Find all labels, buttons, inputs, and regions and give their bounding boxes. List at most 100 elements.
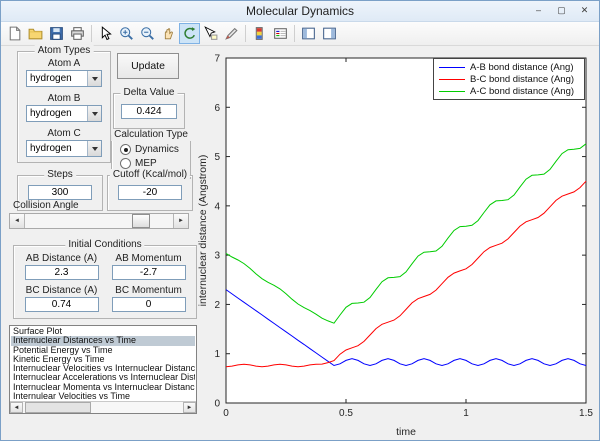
svg-text:2: 2 — [214, 300, 220, 311]
toolbar-separator — [91, 25, 92, 42]
legend-entry[interactable]: A-B bond distance (Ang) — [434, 61, 584, 73]
open-file-button[interactable] — [25, 23, 46, 44]
scroll-left-arrow-icon[interactable]: ◄ — [10, 402, 23, 413]
steps-title: Steps — [44, 169, 76, 181]
plot-area[interactable]: 0 0.5 1 1.5 0 1 2 3 4 5 6 7 time internuclear distanc… — [197, 46, 600, 441]
dropdown-arrow-icon[interactable] — [87, 106, 101, 121]
data-cursor-button[interactable] — [200, 23, 221, 44]
window-title: Molecular Dynamics — [245, 4, 355, 18]
collision-angle-label: Collision Angle — [13, 200, 79, 211]
list-item[interactable]: Kinetic Energy vs Time — [11, 355, 195, 364]
collision-angle-slider[interactable]: ◄ ► — [9, 213, 189, 229]
ab-distance-label: AB Distance (A) — [25, 253, 98, 264]
hide-plot-tools-button[interactable] — [298, 23, 319, 44]
bc-momentum-input[interactable] — [111, 297, 186, 312]
legend-line-sample — [439, 66, 465, 68]
svg-text:0.5: 0.5 — [339, 408, 353, 419]
list-item[interactable]: Internulear Velocities vs Time — [11, 392, 195, 400]
pan-icon — [160, 25, 177, 42]
scrollbar-track[interactable] — [23, 402, 183, 413]
delta-value-input[interactable] — [121, 104, 177, 119]
atom-c-select[interactable]: hydrogen — [26, 140, 102, 157]
dynamics-radio[interactable] — [120, 144, 131, 155]
list-item[interactable]: Surface Plot — [11, 327, 195, 336]
list-item[interactable]: Potential Energy vs Time — [11, 346, 195, 355]
zoom-in-icon — [118, 25, 135, 42]
calculation-type-title: Calculation Type — [111, 129, 191, 141]
atom-c-label: Atom C — [47, 128, 81, 139]
list-item[interactable]: Internuclear Distances vs Time — [11, 336, 195, 346]
legend-label: B-C bond distance (Ang) — [470, 73, 575, 85]
pan-button[interactable] — [158, 23, 179, 44]
save-figure-button[interactable] — [46, 23, 67, 44]
brush-data-button[interactable] — [221, 23, 242, 44]
atom-b-select[interactable]: hydrogen — [26, 105, 102, 122]
insert-legend-button[interactable] — [270, 23, 291, 44]
show-plot-tools-button[interactable] — [319, 23, 340, 44]
legend-line-sample — [439, 78, 465, 80]
list-item[interactable]: Internuclear Momenta vs Internuclear Dis… — [11, 383, 195, 392]
ab-momentum-label: AB Momentum — [115, 253, 182, 264]
cutoff-input[interactable] — [118, 185, 182, 200]
dynamics-radio-row: Dynamics — [120, 144, 190, 155]
slider-track[interactable] — [25, 214, 173, 228]
edit-plot-icon — [97, 25, 114, 42]
zoom-in-button[interactable] — [116, 23, 137, 44]
listbox-horizontal-scrollbar[interactable]: ◄ ► — [10, 401, 196, 413]
bc-distance-input[interactable] — [24, 297, 99, 312]
bc-momentum-label: BC Momentum — [115, 285, 182, 296]
new-figure-button[interactable] — [4, 23, 25, 44]
close-button[interactable]: ✕ — [573, 2, 596, 18]
atom-a-select[interactable]: hydrogen — [26, 70, 102, 87]
list-item[interactable]: Internuclear Velocities vs Internuclear … — [11, 364, 195, 373]
ab-distance-input[interactable] — [24, 265, 99, 280]
svg-text:1: 1 — [214, 349, 220, 360]
plot-type-listbox[interactable]: Surface Plot Internuclear Distances vs Ti… — [9, 325, 197, 414]
maximize-button[interactable]: ▢ — [550, 2, 573, 18]
svg-text:internuclear distance (Angstro: internuclear distance (Angstrom) — [197, 155, 209, 307]
toolbar-separator — [245, 25, 246, 42]
rotate-3d-button[interactable] — [179, 23, 200, 44]
legend[interactable]: A-B bond distance (Ang) B-C bond distance… — [433, 58, 585, 100]
insert-colorbar-icon — [251, 25, 268, 42]
insert-colorbar-button[interactable] — [249, 23, 270, 44]
open-file-icon — [27, 25, 44, 42]
dynamics-radio-label: Dynamics — [135, 144, 179, 155]
initial-conditions-panel: Initial Conditions AB Distance (A) AB Mo… — [13, 239, 197, 319]
data-cursor-icon — [202, 25, 219, 42]
slider-right-arrow-icon[interactable]: ► — [173, 214, 188, 228]
update-button[interactable]: Update — [117, 53, 179, 79]
mep-radio[interactable] — [120, 158, 131, 169]
cutoff-panel: Cutoff (Kcal/mol) — [107, 169, 193, 211]
scrollbar-thumb[interactable] — [25, 402, 91, 413]
app-window: Molecular Dynamics – ▢ ✕ Atom Types Atom… — [0, 0, 600, 441]
legend-label: A-B bond distance (Ang) — [470, 61, 574, 73]
insert-legend-icon — [272, 25, 289, 42]
ab-momentum-input[interactable] — [111, 265, 186, 280]
dropdown-arrow-icon[interactable] — [87, 141, 101, 156]
listbox-items: Surface Plot Internuclear Distances vs Ti… — [11, 327, 195, 400]
zoom-out-button[interactable] — [137, 23, 158, 44]
list-item[interactable]: Internuclear Accelerations vs Internucle… — [11, 373, 195, 382]
minimize-button[interactable]: – — [527, 2, 550, 18]
slider-left-arrow-icon[interactable]: ◄ — [10, 214, 25, 228]
slider-thumb[interactable] — [131, 214, 150, 228]
atom-types-title: Atom Types — [34, 45, 94, 57]
scroll-right-arrow-icon[interactable]: ► — [183, 402, 196, 413]
atom-types-panel: Atom Types Atom A hydrogen Atom B hydrog… — [17, 45, 111, 163]
atom-a-value: hydrogen — [30, 73, 72, 84]
steps-input[interactable] — [28, 185, 92, 200]
rotate-3d-icon — [181, 25, 198, 42]
svg-text:6: 6 — [214, 103, 220, 114]
svg-text:3: 3 — [214, 251, 220, 262]
print-figure-button[interactable] — [67, 23, 88, 44]
legend-entry[interactable]: A-C bond distance (Ang) — [434, 85, 584, 97]
legend-entry[interactable]: B-C bond distance (Ang) — [434, 73, 584, 85]
edit-plot-button[interactable] — [95, 23, 116, 44]
cutoff-title: Cutoff (Kcal/mol) — [109, 169, 191, 181]
dropdown-arrow-icon[interactable] — [87, 71, 101, 86]
atom-c-value: hydrogen — [30, 143, 72, 154]
delta-value-title: Delta Value — [120, 87, 178, 99]
initial-conditions-title: Initial Conditions — [65, 239, 145, 251]
new-figure-icon — [6, 25, 23, 42]
